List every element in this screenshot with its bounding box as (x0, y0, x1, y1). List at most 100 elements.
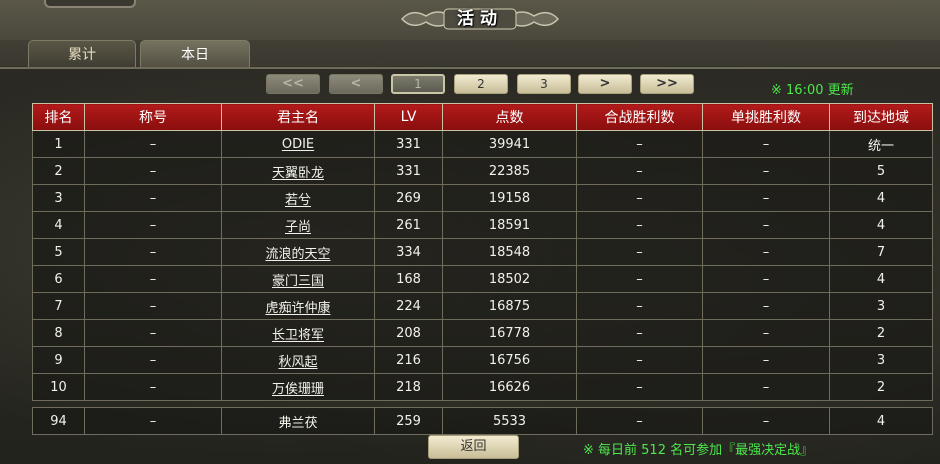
separator-cell (33, 401, 933, 408)
cell-duel-wins: – (702, 373, 830, 401)
cell-rank: 94 (32, 407, 85, 435)
qualification-note: ※ 每日前 512 名可参加『最强决定战』 (583, 443, 814, 458)
cell-points: 16778 (442, 319, 577, 347)
cell-rank: 5 (32, 238, 85, 266)
header-rank: 排名 (32, 103, 85, 131)
page-1-button[interactable]: 1 (391, 74, 445, 94)
cell-duel-wins: – (702, 184, 830, 212)
cell-region-reached: 5 (829, 157, 933, 185)
tab-today[interactable]: 本日 (140, 40, 250, 68)
back-button[interactable]: 返回 (428, 435, 519, 459)
prev-page-button[interactable]: < (329, 74, 383, 94)
cell-region-reached: 4 (829, 265, 933, 293)
cell-points: 18548 (442, 238, 577, 266)
page-3-button[interactable]: 3 (517, 74, 571, 94)
table-row: 8– 长卫将军 208 16778– –2 (32, 319, 933, 347)
cell-points: 16875 (442, 292, 577, 320)
cell-region-reached: 2 (829, 319, 933, 347)
page-2-button[interactable]: 2 (454, 74, 508, 94)
cell-rank: 9 (32, 346, 85, 374)
cell-title: – (84, 238, 222, 266)
table-row: 7– 虎痴许仲康 224 16875– –3 (32, 292, 933, 320)
cell-title: – (84, 184, 222, 212)
own-rank-row: 94– 弗兰茯 259 5533– –4 (32, 407, 933, 435)
cell-region-reached: 4 (829, 184, 933, 212)
cell-region-reached: 统一 (829, 130, 933, 158)
cell-lord-name[interactable]: 流浪的天空 (221, 238, 375, 266)
table-row: 6– 豪门三国 168 18502– –4 (32, 265, 933, 293)
cell-level: 261 (374, 211, 443, 239)
cell-level: 331 (374, 157, 443, 185)
cell-battle-wins: – (576, 211, 703, 239)
cell-duel-wins: – (702, 292, 830, 320)
cell-battle-wins: – (576, 319, 703, 347)
cell-lord-name[interactable]: 豪门三国 (221, 265, 375, 293)
cell-region-reached: 4 (829, 407, 933, 435)
cell-title: – (84, 373, 222, 401)
cell-duel-wins: – (702, 265, 830, 293)
cell-title: – (84, 407, 222, 435)
cell-level: 269 (374, 184, 443, 212)
cell-title: – (84, 211, 222, 239)
next-page-button[interactable]: > (578, 74, 632, 94)
cell-lord-name[interactable]: 万俟珊珊 (221, 373, 375, 401)
cell-battle-wins: – (576, 130, 703, 158)
tab-cumulative[interactable]: 累计 (28, 40, 136, 68)
cell-points: 19158 (442, 184, 577, 212)
cell-title: – (84, 265, 222, 293)
cell-region-reached: 3 (829, 292, 933, 320)
header-region-reached: 到达地域 (829, 103, 933, 131)
cell-region-reached: 7 (829, 238, 933, 266)
cell-lord-name[interactable]: 长卫将军 (221, 319, 375, 347)
table-row: 1– ODIE 331 39941– – 统一 (32, 130, 933, 158)
cell-duel-wins: – (702, 319, 830, 347)
cell-lord-name[interactable]: 秋风起 (221, 346, 375, 374)
cell-title: – (84, 130, 222, 158)
title-plate: 活动 (398, 6, 562, 32)
cell-battle-wins: – (576, 407, 703, 435)
table-row: 4– 子尚 261 18591– –4 (32, 211, 933, 239)
cell-lord-name[interactable]: 若兮 (221, 184, 375, 212)
cell-points: 22385 (442, 157, 577, 185)
table-row: 9– 秋风起 216 16756– –3 (32, 346, 933, 374)
cell-battle-wins: – (576, 292, 703, 320)
cell-battle-wins: – (576, 346, 703, 374)
cell-lord-name[interactable]: 子尚 (221, 211, 375, 239)
table-row: 3– 若兮 269 19158– –4 (32, 184, 933, 212)
cell-points: 39941 (442, 130, 577, 158)
cell-rank: 7 (32, 292, 85, 320)
cell-points: 16626 (442, 373, 577, 401)
cell-level: 168 (374, 265, 443, 293)
ranking-table-body: 1– ODIE 331 39941– – 统一 2– 天翼卧龙 331 22385– –5 3– 若兮 2… (32, 130, 933, 435)
cell-level: 331 (374, 130, 443, 158)
cell-rank: 8 (32, 319, 85, 347)
cell-rank: 3 (32, 184, 85, 212)
cell-points: 16756 (442, 346, 577, 374)
table-row: 2– 天翼卧龙 331 22385– –5 (32, 157, 933, 185)
cell-lord-name: 弗兰茯 (221, 407, 375, 435)
cell-battle-wins: – (576, 238, 703, 266)
cell-level: 259 (374, 407, 443, 435)
row-separator (33, 401, 933, 408)
cell-rank: 10 (32, 373, 85, 401)
cell-battle-wins: – (576, 373, 703, 401)
header-lord-name: 君主名 (221, 103, 375, 131)
cell-lord-name[interactable]: 天翼卧龙 (221, 157, 375, 185)
cell-duel-wins: – (702, 157, 830, 185)
cell-rank: 1 (32, 130, 85, 158)
cell-title: – (84, 157, 222, 185)
cell-title: – (84, 346, 222, 374)
header-title: 称号 (84, 103, 222, 131)
cell-rank: 6 (32, 265, 85, 293)
cell-battle-wins: – (576, 157, 703, 185)
cell-lord-name[interactable]: 虎痴许仲康 (221, 292, 375, 320)
cell-lord-name[interactable]: ODIE (221, 130, 375, 158)
cell-battle-wins: – (576, 265, 703, 293)
cell-duel-wins: – (702, 238, 830, 266)
header-level: LV (374, 103, 443, 131)
first-page-button[interactable]: << (266, 74, 320, 94)
cell-region-reached: 2 (829, 373, 933, 401)
ranking-table: 排名 称号 君主名 LV 点数 合战胜利数 单挑胜利数 到达地域 1– ODIE 3… (32, 103, 933, 435)
last-page-button[interactable]: >> (640, 74, 694, 94)
cell-level: 224 (374, 292, 443, 320)
